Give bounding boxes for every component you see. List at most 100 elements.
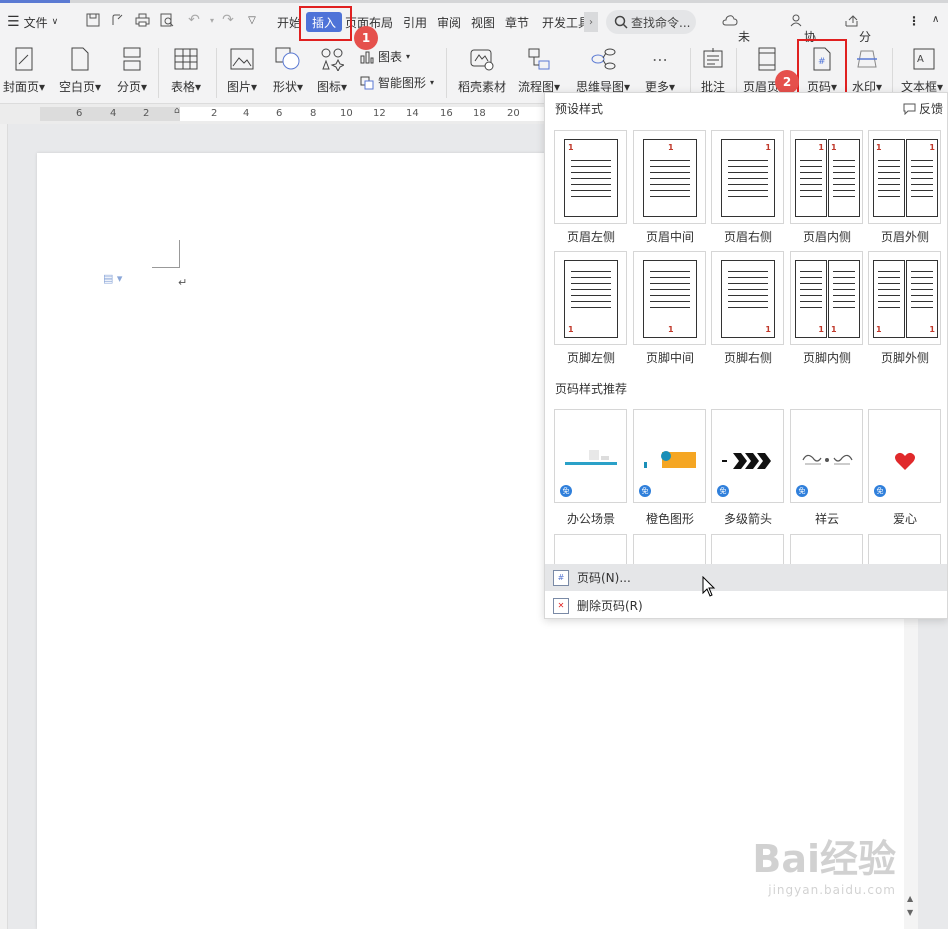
watermark-url: jingyan.baidu.com: [768, 883, 896, 897]
smart-art-button[interactable]: 智能图形 ▾: [360, 74, 434, 91]
recommend-office-scene[interactable]: 免: [554, 409, 627, 503]
recommend-title: 页码样式推荐: [555, 382, 628, 396]
menu-delete-label: 删除页码(R): [577, 599, 643, 613]
unsaved-status[interactable]: 未保存: [722, 14, 750, 78]
preset-footer-outside[interactable]: 1 1: [868, 251, 941, 345]
free-badge: 免: [560, 485, 572, 497]
share-button[interactable]: 分享: [845, 14, 871, 61]
preset-header-right[interactable]: 1: [711, 130, 784, 224]
baidu-jingyan-watermark: Bai经验 jingyan.baidu.com: [752, 828, 896, 897]
tab-references[interactable]: 引用: [398, 10, 432, 34]
print-preview-icon[interactable]: [158, 11, 176, 29]
ribbon-separator: [690, 48, 691, 98]
blank-page-button[interactable]: 空白页▾: [56, 42, 104, 104]
indent-marker-icon[interactable]: ⌂: [174, 106, 180, 116]
free-badge: 免: [874, 485, 886, 497]
share-icon: [845, 15, 858, 27]
table-button[interactable]: 表格▾: [166, 42, 206, 104]
mind-map-icon: [590, 46, 616, 72]
ribbon-separator: [446, 48, 447, 98]
recommend-item-partial[interactable]: [711, 534, 784, 564]
picture-button[interactable]: 图片▾: [222, 42, 262, 104]
more-options-icon[interactable]: ⋮: [908, 14, 920, 28]
customize-quickbar-icon[interactable]: ▽: [243, 11, 261, 29]
ruler-number: 18: [473, 108, 486, 119]
redo-icon[interactable]: ↷: [219, 11, 237, 29]
print-icon[interactable]: [133, 11, 151, 29]
preset-header-inside[interactable]: 1 1: [790, 130, 863, 224]
preset-footer-inside[interactable]: 1 1: [790, 251, 863, 345]
free-badge: 免: [639, 485, 651, 497]
preset-footer-center[interactable]: 1: [633, 251, 706, 345]
svg-text:A: A: [917, 54, 924, 65]
save-icon[interactable]: [84, 11, 102, 29]
preset-header-center[interactable]: 1: [633, 130, 706, 224]
collaborate-button[interactable]: 协作: [790, 14, 816, 61]
recommend-auspicious-cloud[interactable]: 免: [790, 409, 863, 503]
ruler-number: 6: [76, 108, 83, 119]
ribbon-separator: [216, 48, 217, 98]
recommend-orange-shape[interactable]: 免: [633, 409, 706, 503]
command-search[interactable]: 查找命令...: [606, 10, 696, 34]
search-icon: [614, 15, 628, 29]
recommend-multi-arrow[interactable]: 免: [711, 409, 784, 503]
scroll-down-icon[interactable]: ▼: [907, 908, 913, 917]
file-menu[interactable]: ☰ 文件 ∨: [2, 10, 63, 34]
free-badge: 免: [796, 485, 808, 497]
shape-button[interactable]: 形状▾: [268, 42, 308, 104]
cover-page-icon: [11, 46, 37, 72]
ruler-number: 2: [211, 108, 218, 119]
collapse-ribbon-icon[interactable]: ∧: [932, 14, 939, 25]
cover-page-button[interactable]: 封面页▾: [0, 42, 48, 104]
step-badge-1: 1: [354, 26, 378, 50]
icon-button[interactable]: 图标▾: [314, 42, 350, 104]
recommend-item-partial[interactable]: [868, 534, 941, 564]
ruler-number: 16: [440, 108, 453, 119]
preset-footer-right[interactable]: 1: [711, 251, 784, 345]
ruler-text-area: [180, 107, 545, 121]
scroll-up-icon[interactable]: ▲: [907, 894, 913, 903]
cloud-pattern-preview: [802, 454, 853, 465]
preset-footer-left[interactable]: 1: [554, 251, 627, 345]
flowchart-icon: [526, 46, 552, 72]
preset-label: 页眉右侧: [723, 230, 772, 244]
page-break-button[interactable]: 分页▾: [112, 42, 152, 104]
vertical-ruler[interactable]: [0, 124, 8, 929]
file-label: 文件: [23, 15, 48, 30]
ruler-number: 10: [340, 108, 353, 119]
smart-art-icon: [360, 76, 374, 89]
preset-header-left[interactable]: 1: [554, 130, 627, 224]
ribbon-separator: [736, 48, 737, 98]
recommend-heart[interactable]: 免: [868, 409, 941, 503]
menu-page-number-settings[interactable]: # 页码(N)...: [545, 564, 947, 591]
export-icon[interactable]: [108, 11, 126, 29]
mouse-cursor-icon: [702, 576, 716, 597]
menu-page-number-label: 页码(N)...: [577, 571, 631, 585]
recommend-label: 办公场景: [566, 512, 615, 526]
user-icon: [790, 14, 802, 27]
preset-label: 页眉外侧: [880, 230, 929, 244]
tab-scroll-right-icon[interactable]: ›: [584, 12, 598, 32]
undo-icon[interactable]: ↶: [185, 11, 203, 29]
preset-label: 页眉内侧: [802, 230, 851, 244]
preset-header-outside[interactable]: 1 1: [868, 130, 941, 224]
comment-icon: [700, 46, 726, 72]
tab-view[interactable]: 视图: [466, 10, 500, 34]
paragraph-options-icon[interactable]: ▤ ▾: [103, 272, 122, 285]
page-number-dropdown: 预设样式 反馈 1 1 1 1 1 1 1 页眉左侧 页眉中间 页眉右侧 页眉内…: [544, 92, 948, 619]
menu-delete-page-number[interactable]: ✕ 删除页码(R): [545, 592, 947, 619]
tab-chapter[interactable]: 章节: [500, 10, 534, 34]
preset-label: 页脚内侧: [802, 351, 851, 365]
heart-icon: [895, 452, 915, 470]
chart-button[interactable]: 图表 ▾: [360, 48, 410, 65]
recommend-label: 爱心: [892, 512, 917, 526]
docer-material-button[interactable]: 稻壳素材: [454, 42, 510, 104]
tab-developer[interactable]: 开发工具: [537, 10, 585, 34]
feedback-button[interactable]: 反馈: [903, 100, 943, 117]
textbox-icon: A: [911, 46, 937, 72]
tab-review[interactable]: 审阅: [432, 10, 466, 34]
preset-label: 页脚左侧: [566, 351, 615, 365]
recommend-item-partial[interactable]: [554, 534, 627, 564]
recommend-item-partial[interactable]: [790, 534, 863, 564]
recommend-item-partial[interactable]: [633, 534, 706, 564]
